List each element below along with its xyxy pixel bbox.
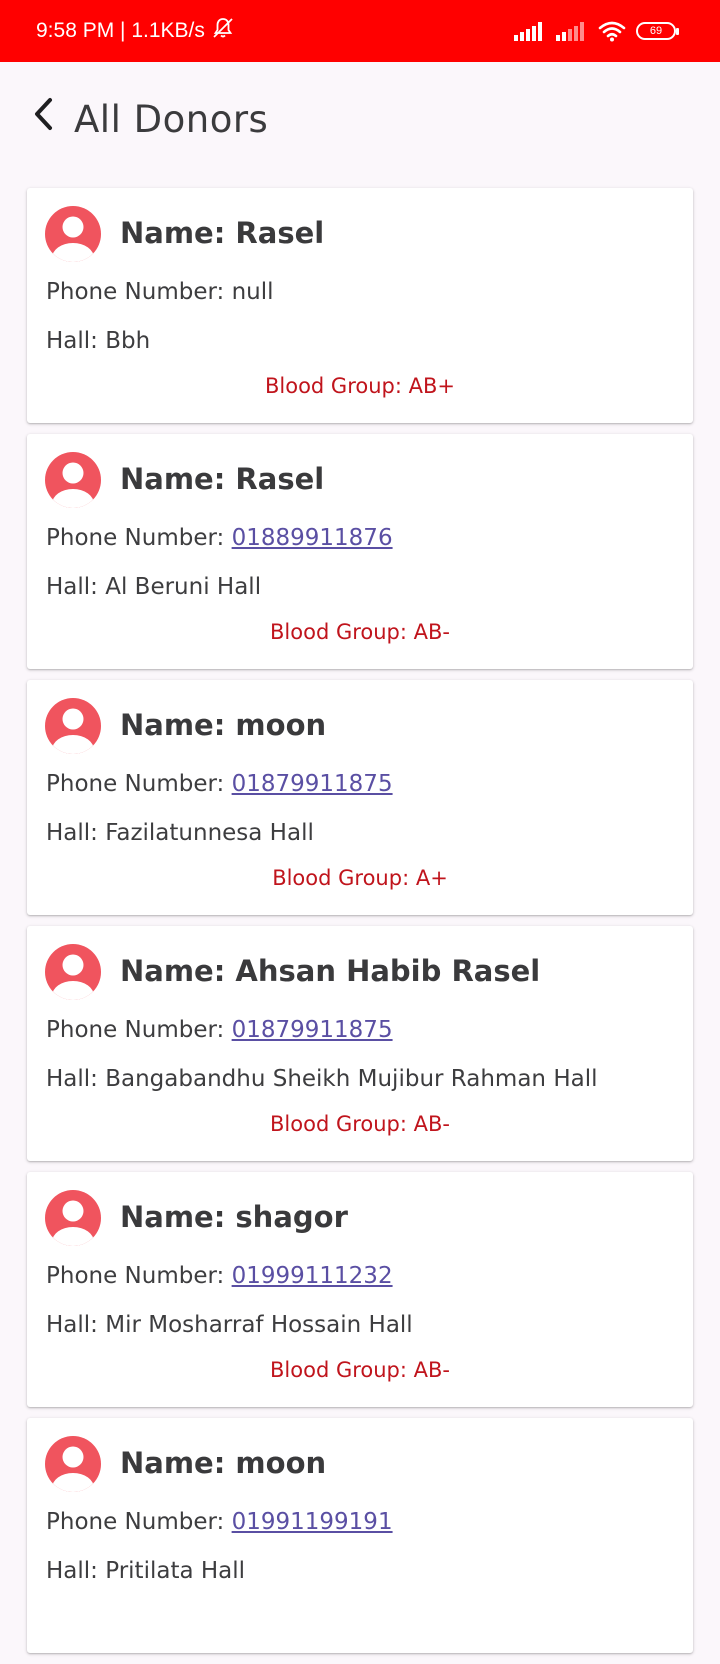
donor-blood-group: Blood Group: AB- (27, 620, 693, 644)
back-button[interactable] (24, 96, 64, 136)
donor-name: Name: shagor (120, 1200, 348, 1234)
phone-link[interactable]: 01879911875 (232, 771, 393, 797)
hall-label: Hall: (46, 820, 106, 846)
phone-value: null (231, 279, 274, 305)
name-value: moon (235, 708, 327, 742)
name-label: Name: (120, 1446, 236, 1480)
phone-label: Phone Number: (46, 525, 232, 551)
hall-label: Hall: (46, 1066, 106, 1092)
status-bar: 9:58 PM | 1.1KB/s 69 (0, 0, 720, 62)
name-label: Name: (120, 216, 236, 250)
bell-off-icon (211, 16, 235, 46)
hall-value: Mir Mosharraf Hossain Hall (105, 1312, 413, 1338)
hall-value: Bangabandhu Sheikh Mujibur Rahman Hall (105, 1066, 598, 1092)
status-right: 69 (514, 0, 679, 62)
name-label: Name: (120, 462, 236, 496)
signal-secondary-icon (556, 21, 588, 41)
person-icon (45, 1190, 101, 1246)
phone-label: Phone Number: (46, 1509, 232, 1535)
donor-hall: Hall: Mir Mosharraf Hossain Hall (46, 1312, 413, 1338)
name-value: shagor (235, 1200, 348, 1234)
person-icon (45, 698, 101, 754)
phone-link[interactable]: 01879911875 (232, 1017, 393, 1043)
person-icon (45, 452, 101, 508)
status-left: 9:58 PM | 1.1KB/s (36, 0, 235, 62)
hall-value: Pritilata Hall (105, 1558, 246, 1584)
blood-value: AB+ (408, 374, 455, 398)
hall-label: Hall: (46, 1312, 106, 1338)
blood-value: A+ (415, 866, 448, 890)
signal-icon (514, 21, 546, 41)
donor-name: Name: moon (120, 708, 326, 742)
donor-card[interactable]: Name: Rasel Phone Number: 01889911876 Ha… (27, 434, 693, 669)
donor-phone: Phone Number: 01991199191 (46, 1509, 393, 1535)
page-title: All Donors (74, 98, 269, 141)
hall-value: Fazilatunnesa Hall (105, 820, 314, 846)
hall-label: Hall: (46, 574, 106, 600)
blood-label: Blood Group: (270, 1112, 414, 1136)
donor-list[interactable]: Name: Rasel Phone Number: null Hall: Bbh… (27, 188, 693, 1664)
name-value: Ahsan Habib Rasel (235, 954, 541, 988)
name-value: moon (235, 1446, 327, 1480)
phone-link[interactable]: 01991199191 (232, 1509, 393, 1535)
donor-card[interactable]: Name: Rasel Phone Number: null Hall: Bbh… (27, 188, 693, 423)
donor-name: Name: moon (120, 1446, 326, 1480)
donor-hall: Hall: Pritilata Hall (46, 1558, 245, 1584)
donor-blood-group: Blood Group: AB- (27, 1358, 693, 1382)
battery-level: 69 (649, 25, 663, 37)
donor-card[interactable]: Name: moon Phone Number: 01879911875 Hal… (27, 680, 693, 915)
phone-link[interactable]: 01999111232 (232, 1263, 393, 1289)
donor-phone: Phone Number: 01879911875 (46, 1017, 393, 1043)
donor-blood-group: Blood Group: A+ (27, 866, 693, 890)
donor-hall: Hall: Bbh (46, 328, 150, 354)
donor-phone: Phone Number: 01879911875 (46, 771, 393, 797)
blood-label: Blood Group: (264, 374, 409, 398)
name-label: Name: (120, 1200, 236, 1234)
name-label: Name: (120, 708, 236, 742)
blood-label: Blood Group: (272, 866, 416, 890)
blood-label: Blood Group: (270, 620, 414, 644)
donor-hall: Hall: Al Beruni Hall (46, 574, 261, 600)
chevron-left-icon (31, 96, 57, 136)
battery-icon: 69 (636, 22, 679, 40)
blood-value: AB- (413, 1112, 450, 1136)
donor-blood-group: Blood Group: AB+ (27, 374, 693, 398)
blood-label: Blood Group: (270, 1358, 414, 1382)
phone-link[interactable]: 01889911876 (232, 525, 393, 551)
person-icon (45, 1436, 101, 1492)
name-value: Rasel (235, 216, 325, 250)
person-icon (45, 944, 101, 1000)
donor-blood-group: Blood Group: AB- (27, 1112, 693, 1136)
phone-label: Phone Number: (46, 1263, 232, 1289)
wifi-icon (598, 20, 626, 42)
name-value: Rasel (235, 462, 325, 496)
donor-card[interactable]: Name: Ahsan Habib Rasel Phone Number: 01… (27, 926, 693, 1161)
phone-label: Phone Number: (46, 279, 232, 305)
donor-phone: Phone Number: 01889911876 (46, 525, 393, 551)
phone-label: Phone Number: (46, 771, 232, 797)
phone-label: Phone Number: (46, 1017, 232, 1043)
hall-value: Bbh (105, 328, 151, 354)
donor-name: Name: Rasel (120, 462, 324, 496)
person-icon (45, 206, 101, 262)
donor-phone: Phone Number: null (46, 279, 274, 305)
donor-hall: Hall: Fazilatunnesa Hall (46, 820, 314, 846)
donor-card[interactable]: Name: moon Phone Number: 01991199191 Hal… (27, 1418, 693, 1653)
hall-value: Al Beruni Hall (105, 574, 262, 600)
donor-phone: Phone Number: 01999111232 (46, 1263, 393, 1289)
hall-label: Hall: (46, 328, 106, 354)
blood-value: AB- (413, 1358, 450, 1382)
donor-name: Name: Ahsan Habib Rasel (120, 954, 540, 988)
name-label: Name: (120, 954, 236, 988)
hall-label: Hall: (46, 1558, 106, 1584)
status-time-speed: 9:58 PM | 1.1KB/s (36, 19, 205, 42)
donor-name: Name: Rasel (120, 216, 324, 250)
donor-card[interactable]: Name: shagor Phone Number: 01999111232 H… (27, 1172, 693, 1407)
blood-value: AB- (413, 620, 450, 644)
donor-hall: Hall: Bangabandhu Sheikh Mujibur Rahman … (46, 1066, 598, 1092)
app-bar: All Donors (0, 62, 720, 188)
